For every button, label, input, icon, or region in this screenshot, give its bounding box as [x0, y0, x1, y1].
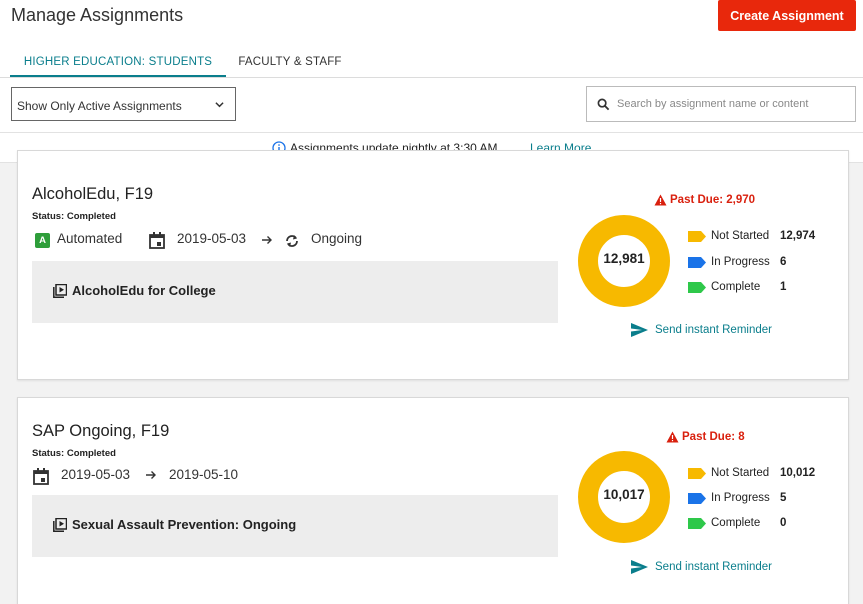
- video-library-icon: [53, 284, 67, 298]
- legend-value: 6: [780, 256, 787, 268]
- calendar-icon: [149, 232, 165, 249]
- tab-higher-education-students[interactable]: HIGHER EDUCATION: STUDENTS: [10, 48, 226, 77]
- completion-donut: 10,017: [578, 451, 670, 543]
- start-date: 2019-05-03: [177, 231, 247, 246]
- top-bar: Manage Assignments Create Assignment HIG…: [0, 0, 863, 163]
- sync-icon: [286, 235, 298, 247]
- legend-label: In Progress: [711, 492, 770, 504]
- past-due-text: Past Due: 2,970: [670, 194, 756, 206]
- legend-value: 0: [780, 517, 787, 529]
- legend-label: Not Started: [711, 230, 770, 242]
- legend-label: Not Started: [711, 467, 770, 479]
- warning-icon: [666, 431, 679, 443]
- legend-label: Complete: [711, 517, 761, 529]
- legend-label: Complete: [711, 281, 761, 293]
- search-box[interactable]: [586, 86, 856, 122]
- calendar-icon: [33, 468, 49, 485]
- tab-bar: HIGHER EDUCATION: STUDENTS FACULTY & STA…: [0, 48, 863, 78]
- search-input[interactable]: [617, 93, 847, 115]
- legend-label: In Progress: [711, 256, 770, 268]
- tag-green-icon: [688, 518, 706, 529]
- end-date: Ongoing: [311, 231, 363, 246]
- assignment-type: Automated: [57, 231, 123, 246]
- tab-faculty-staff[interactable]: FACULTY & STAFF: [230, 48, 350, 77]
- end-date: 2019-05-10: [169, 467, 239, 482]
- assignment-status: Status: Completed: [32, 211, 116, 222]
- start-date: 2019-05-03: [61, 467, 131, 482]
- assignment-card: AlcoholEdu, F19 Status: Completed A Auto…: [17, 150, 849, 380]
- assignment-meta: 2019-05-03 2019-05-10: [32, 467, 552, 487]
- legend-value: 12,974: [780, 230, 816, 242]
- assignment-meta: A Automated 2019-05-03 Ongoing: [32, 231, 552, 251]
- assignment-card: SAP Ongoing, F19 Status: Completed 2019-…: [17, 397, 849, 604]
- send-reminder-label: Send instant Reminder: [655, 561, 772, 573]
- module-name: Sexual Assault Prevention: Ongoing: [72, 517, 297, 532]
- legend-value: 1: [780, 281, 787, 293]
- send-icon: [631, 323, 648, 337]
- arrow-right-icon: [146, 471, 156, 479]
- legend-value: 5: [780, 492, 787, 504]
- warning-icon: [654, 194, 667, 206]
- assignment-title[interactable]: SAP Ongoing, F19: [32, 422, 169, 441]
- legend-value: 10,012: [780, 467, 816, 479]
- create-assignment-button[interactable]: Create Assignment: [718, 0, 856, 31]
- page-title: Manage Assignments: [11, 5, 184, 25]
- tag-green-icon: [688, 282, 706, 293]
- tag-blue-icon: [688, 257, 706, 268]
- search-icon: [597, 98, 610, 111]
- assignment-filter-select[interactable]: Show Only Active Assignments: [11, 87, 236, 121]
- send-reminder-label: Send instant Reminder: [655, 324, 772, 336]
- completion-donut: 12,981: [578, 215, 670, 307]
- assignment-title[interactable]: AlcoholEdu, F19: [32, 185, 153, 204]
- chevron-down-icon: [215, 102, 224, 108]
- tag-yellow-icon: [688, 468, 706, 479]
- filter-selected-value: Show Only Active Assignments: [17, 99, 182, 113]
- donut-total: 12,981: [603, 251, 645, 266]
- tag-yellow-icon: [688, 231, 706, 242]
- arrow-right-icon: [262, 236, 272, 244]
- module-name: AlcoholEdu for College: [72, 283, 216, 298]
- assignment-status: Status: Completed: [32, 448, 116, 459]
- automated-badge: A: [35, 233, 50, 248]
- module-box[interactable]: Sexual Assault Prevention: Ongoing: [32, 495, 558, 557]
- video-library-icon: [53, 518, 67, 532]
- tag-blue-icon: [688, 493, 706, 504]
- module-box[interactable]: AlcoholEdu for College: [32, 261, 558, 323]
- past-due-text: Past Due: 8: [682, 431, 745, 443]
- donut-total: 10,017: [603, 487, 645, 502]
- send-icon: [631, 560, 648, 574]
